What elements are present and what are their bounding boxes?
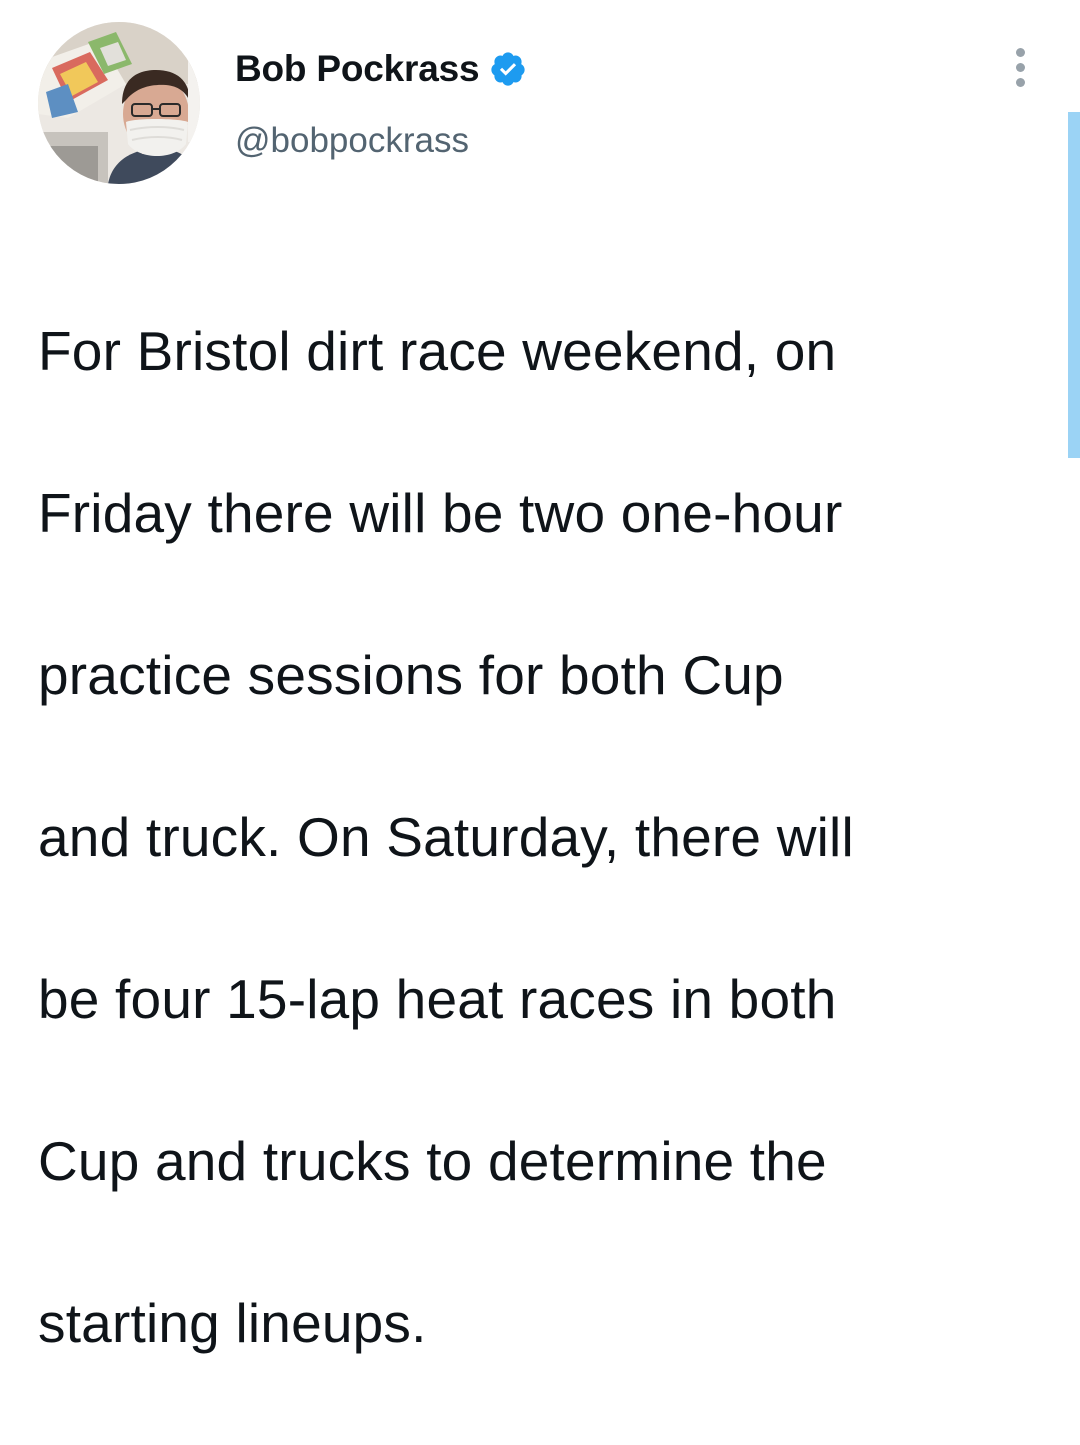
tweet-card: Bob Pockrass @bobpockrass For Bristol di… [0,0,1080,1354]
tweet-text-line: starting lineups. [38,1292,427,1354]
tweet-text-line: and truck. On Saturday, there will [38,806,854,868]
tweet-text-line: be four 15-lap heat races in both [38,968,837,1030]
tweet-text-line: For Bristol dirt race weekend, on [38,320,837,382]
tweet-text-line: practice sessions for both Cup [38,644,784,706]
more-dot-icon [1015,63,1025,72]
tweet-text: For Bristol dirt race weekend, on Friday… [38,230,1048,1445]
verified-badge-icon [489,50,527,88]
more-dot-icon [1015,78,1025,87]
author-display-name[interactable]: Bob Pockrass [235,48,480,90]
avatar-photo [38,22,200,184]
more-options-icon[interactable] [1000,48,1040,96]
avatar[interactable] [38,22,200,184]
author-name-row: Bob Pockrass [235,44,527,94]
scroll-indicator[interactable] [1068,112,1080,458]
tweet-text-line: Friday there will be two one-hour [38,482,843,544]
more-dot-icon [1015,48,1025,57]
author-handle[interactable]: @bobpockrass [235,121,469,161]
tweet-text-line: Cup and trucks to determine the [38,1130,827,1192]
